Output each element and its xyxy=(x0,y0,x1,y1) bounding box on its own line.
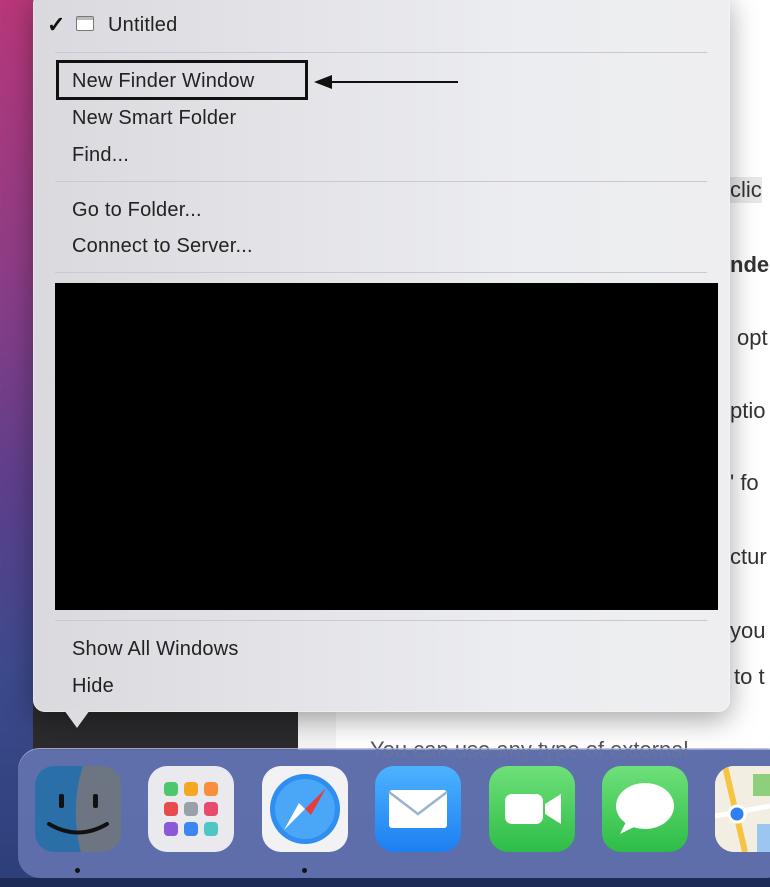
doc-text-fragment: ctur xyxy=(730,544,767,569)
doc-text-fragment: clic xyxy=(730,177,762,203)
launchpad-icon[interactable] xyxy=(148,766,234,852)
running-indicator xyxy=(75,868,80,873)
annotation-arrow-icon xyxy=(314,75,332,89)
menu-item-new-smart-folder[interactable]: New Smart Folder xyxy=(72,107,236,130)
doc-text-fragment: opt xyxy=(737,325,768,350)
doc-text-fragment: ptio xyxy=(730,398,766,423)
doc-text-fragment: to t xyxy=(734,664,765,689)
menu-pointer xyxy=(64,710,90,728)
finder-icon[interactable] xyxy=(35,766,121,852)
doc-text-fragment: ' fo xyxy=(730,470,759,495)
menu-item-hide[interactable]: Hide xyxy=(72,675,114,698)
messages-icon[interactable] xyxy=(602,766,688,852)
menu-separator xyxy=(55,52,707,53)
window-icon xyxy=(76,16,94,31)
background-document-text: clic nder opt ptio ' fo ctur you to t xyxy=(730,0,770,750)
menu-item-show-all-windows[interactable]: Show All Windows xyxy=(72,638,239,661)
desktop-bottom-edge xyxy=(0,878,770,887)
checkmark-icon: ✓ xyxy=(47,12,66,37)
running-indicator xyxy=(302,868,307,873)
menu-separator xyxy=(55,181,707,182)
annotation-highlight-box xyxy=(56,60,308,100)
doc-text-fragment: nder xyxy=(730,252,770,277)
doc-text-fragment: you xyxy=(730,618,766,643)
mail-icon[interactable] xyxy=(375,766,461,852)
menu-separator xyxy=(55,620,707,621)
menu-item-go-to-folder[interactable]: Go to Folder... xyxy=(72,199,202,222)
menu-item-connect-to-server[interactable]: Connect to Server... xyxy=(72,235,253,258)
menu-item-find[interactable]: Find... xyxy=(72,144,129,167)
menu-item-untitled[interactable]: Untitled xyxy=(108,14,177,37)
annotation-arrow-line xyxy=(330,81,458,83)
facetime-icon[interactable] xyxy=(489,766,575,852)
maps-icon[interactable] xyxy=(715,766,770,852)
menu-separator xyxy=(55,272,707,273)
redacted-region xyxy=(55,283,718,610)
safari-icon[interactable] xyxy=(262,766,348,852)
